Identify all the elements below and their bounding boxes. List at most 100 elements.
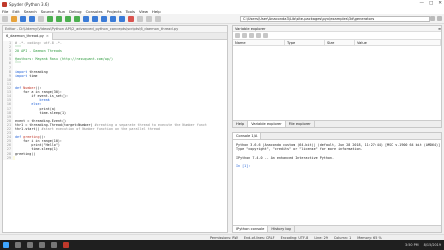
windows-start-icon[interactable] <box>3 242 9 248</box>
step-icon[interactable] <box>92 15 98 22</box>
system-tray: 3:50 PM 8/15/2019 <box>405 240 441 250</box>
run-cell-icon[interactable] <box>56 15 62 22</box>
parent-directory-icon[interactable] <box>437 16 442 21</box>
variable-explorer-toolbar <box>233 32 441 40</box>
code-token: time.sleep(1) <box>15 110 67 115</box>
menu-consoles[interactable]: Consoles <box>86 9 103 14</box>
pane-menu-icon[interactable]: ≡ <box>438 26 441 31</box>
menu-source[interactable]: Source <box>41 9 54 14</box>
spyder-taskbar-icon[interactable] <box>63 242 69 248</box>
code-token: # -*- coding: utf-8 -*- <box>15 41 62 45</box>
tab-help[interactable]: Help <box>233 121 249 127</box>
code-text: greeting() <box>13 152 35 156</box>
code-token: greeting() <box>15 151 36 156</box>
working-directory-input[interactable]: C:\Users\User\Anaconda3\Lib\site-package… <box>240 16 430 22</box>
code-token: thr1.start() <box>15 126 42 131</box>
console-prompt: In [1]: <box>236 164 251 169</box>
code-line[interactable]: 29 <box>3 155 227 160</box>
clock-time[interactable]: 3:50 PM <box>405 243 419 247</box>
code-text: time.sleep(1) <box>13 111 66 115</box>
task-view-icon[interactable] <box>27 242 33 248</box>
tab-history-log[interactable]: History log <box>268 226 295 232</box>
tab-file-explorer[interactable]: File explorer <box>286 121 315 127</box>
console-output[interactable]: Python 3.6.6 |Anaconda custom (64-bit)| … <box>233 140 441 172</box>
file-explorer-icon[interactable] <box>39 242 45 248</box>
editor-tab[interactable]: 6_daemon_thread.py × <box>3 32 53 40</box>
ipython-console-pane: Console 1/A Python 3.6.6 |Anaconda custo… <box>232 132 442 233</box>
at-icon[interactable] <box>38 15 44 22</box>
code-token: """ <box>15 61 22 66</box>
menu-run[interactable]: Run <box>58 9 65 14</box>
column-header-size[interactable]: Size <box>325 40 355 45</box>
close-button[interactable]: ✕ <box>438 1 442 6</box>
debug-icon[interactable] <box>83 15 89 22</box>
remove-all-variables-icon[interactable] <box>256 33 261 38</box>
editor-tab-label: 6_daemon_thread.py <box>6 33 44 38</box>
code-text: @authors: Mayank Rasu (http://rasuquant.… <box>13 57 113 61</box>
stop-debug-icon[interactable] <box>128 15 134 22</box>
code-text: thr1.start() #start execution of Number … <box>13 127 160 131</box>
minimize-button[interactable]: — <box>419 1 424 6</box>
code-token: @authors: Mayank Rasu (http://rasuquant.… <box>15 57 113 62</box>
code-token: #start execution of Number function on t… <box>41 126 160 131</box>
variable-table-header: Name Type Size Value <box>233 40 441 46</box>
code-text <box>13 155 15 160</box>
console-tab[interactable]: Console 1/A <box>233 133 262 139</box>
run-selection-icon[interactable] <box>74 15 80 22</box>
console-text: Python 3.6.6 |Anaconda custom (64-bit)| … <box>236 143 441 160</box>
tab-ipython-console[interactable]: IPython console <box>233 226 269 232</box>
window-title: Spyder (Python 3.6) <box>9 1 49 7</box>
code-token: import <box>15 73 30 78</box>
spyder-icon <box>2 1 7 7</box>
menu-help[interactable]: Help <box>152 9 161 14</box>
clock-date[interactable]: 8/15/2019 <box>424 243 441 247</box>
search-icon[interactable] <box>15 242 21 248</box>
continue-icon[interactable] <box>119 15 125 22</box>
path-controls <box>430 16 442 21</box>
menu-edit[interactable]: Edit <box>12 9 19 14</box>
save-data-icon[interactable] <box>242 33 247 38</box>
title-bar: Spyder (Python 3.6) — □ ✕ <box>0 0 444 8</box>
right-top-tabs: Help Variable explorer File explorer <box>233 120 441 127</box>
run-cell-advance-icon[interactable] <box>65 15 71 22</box>
tab-variable-explorer[interactable]: Variable explorer <box>248 121 286 127</box>
new-file-icon[interactable] <box>2 15 8 22</box>
maximize-button[interactable]: □ <box>429 1 433 6</box>
preferences-icon[interactable] <box>146 15 152 22</box>
code-editor[interactable]: 1 # -*- coding: utf-8 -*- 2 """ 3 20 API - Da… <box>3 41 227 233</box>
window-controls: — □ ✕ <box>419 1 442 6</box>
menu-debug[interactable]: Debug <box>69 9 82 14</box>
code-text: import time <box>13 74 37 78</box>
editor-pane: Editor - D:\Udemy\Videos\Python API\2_ad… <box>2 25 228 233</box>
close-tab-icon[interactable]: × <box>46 33 49 40</box>
menu-file[interactable]: File <box>2 9 8 14</box>
menu-projects[interactable]: Projects <box>107 9 122 14</box>
browse-folder-icon[interactable] <box>430 16 435 21</box>
variable-explorer-title-label: Variable explorer <box>235 27 266 31</box>
column-header-type[interactable]: Type <box>285 40 325 45</box>
code-token: 20 API - Daemon Threads <box>15 49 62 54</box>
step-into-icon[interactable] <box>101 15 107 22</box>
menu-view[interactable]: View <box>139 9 148 14</box>
column-header-value[interactable]: Value <box>355 40 441 45</box>
open-folder-icon[interactable] <box>11 15 17 22</box>
variable-explorer-pane: Variable explorer ≡ Name Type Size Value… <box>232 25 442 128</box>
menu-tools[interactable]: Tools <box>126 9 135 14</box>
save-data-as-icon[interactable] <box>249 33 254 38</box>
right-bottom-tabs: IPython console History log <box>233 225 441 232</box>
column-header-name[interactable]: Name <box>233 40 285 45</box>
maximize-pane-icon[interactable] <box>137 15 143 22</box>
import-data-icon[interactable] <box>235 33 240 38</box>
step-return-icon[interactable] <box>110 15 116 22</box>
main-toolbar: C:\Users\User\Anaconda3\Lib\site-package… <box>0 14 444 24</box>
run-icon[interactable] <box>47 15 53 22</box>
python-path-icon[interactable] <box>155 15 161 22</box>
search-variables-icon[interactable] <box>263 33 268 38</box>
save-all-icon[interactable] <box>29 15 35 22</box>
save-icon[interactable] <box>20 15 26 22</box>
editor-tabbar: 6_daemon_thread.py × <box>3 32 227 40</box>
line-number: 29 <box>3 155 13 160</box>
browser-icon[interactable] <box>51 242 57 248</box>
menu-search[interactable]: Search <box>24 9 37 14</box>
console-tabs: Console 1/A <box>233 133 441 140</box>
